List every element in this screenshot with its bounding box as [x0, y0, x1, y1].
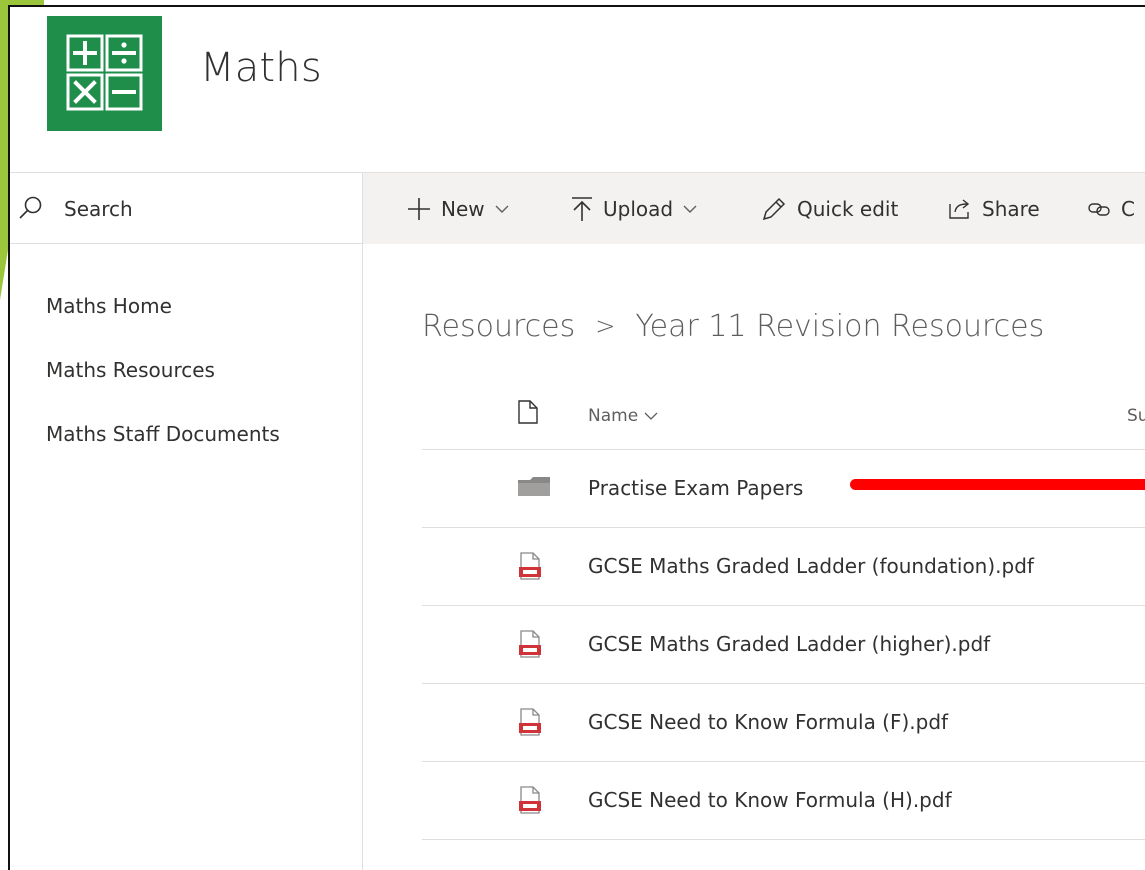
share-icon [949, 199, 970, 219]
list-row-file[interactable]: GCSE Need to Know Formula (H).pdf [422, 762, 1145, 840]
site-logo[interactable] [47, 16, 162, 131]
upload-label: Upload [603, 197, 674, 221]
pdf-file-icon [519, 786, 541, 814]
share-button[interactable]: Share [948, 173, 1040, 245]
column-header-second[interactable]: Su [1127, 406, 1145, 426]
link-icon [1088, 203, 1110, 216]
list-header: Name Su [422, 372, 1145, 450]
file-name[interactable]: GCSE Maths Graded Ladder (foundation).pd… [588, 554, 1034, 578]
new-button[interactable]: New [407, 173, 509, 245]
quick-edit-button[interactable]: Quick edit [761, 173, 898, 245]
command-bar: New Upload Quick edit Share C [363, 172, 1145, 244]
file-name[interactable]: GCSE Need to Know Formula (H).pdf [588, 788, 952, 812]
column-header-name[interactable]: Name [588, 406, 658, 426]
list-row-file[interactable]: GCSE Maths Graded Ladder (higher).pdf [422, 606, 1145, 684]
chevron-down-icon [644, 412, 658, 420]
calculator-icon [66, 34, 143, 111]
site-header: Maths [10, 7, 1145, 172]
presentation-slide: Maths Search Maths Home Maths Resources … [0, 0, 1145, 870]
search-label: Search [64, 197, 133, 221]
file-type-icon[interactable] [518, 400, 538, 424]
breadcrumb-parent[interactable]: Resources [422, 309, 575, 344]
new-label: New [441, 197, 485, 221]
breadcrumb: Resources > Year 11 Revision Resources [422, 309, 1044, 344]
list-row-file[interactable]: GCSE Need to Know Formula (F).pdf [422, 684, 1145, 762]
red-annotation-line [850, 479, 1145, 490]
search-box[interactable]: Search [10, 172, 363, 244]
nav-item-maths-home[interactable]: Maths Home [46, 294, 172, 318]
plus-icon [408, 198, 430, 220]
upload-button[interactable]: Upload [571, 173, 697, 245]
copy-link-label: C [1121, 197, 1135, 221]
folder-icon [518, 477, 550, 496]
breadcrumb-separator: > [595, 312, 616, 340]
file-name[interactable]: GCSE Need to Know Formula (F).pdf [588, 710, 948, 734]
chevron-down-icon [683, 205, 697, 213]
share-label: Share [982, 197, 1040, 221]
site-title[interactable]: Maths [200, 45, 322, 91]
pdf-file-icon [519, 630, 541, 658]
breadcrumb-current: Year 11 Revision Resources [635, 309, 1045, 344]
column-name-label: Name [588, 406, 639, 426]
pencil-icon [762, 197, 786, 221]
upload-icon [572, 197, 592, 221]
file-name[interactable]: GCSE Maths Graded Ladder (higher).pdf [588, 632, 990, 656]
nav-item-maths-staff-documents[interactable]: Maths Staff Documents [46, 422, 280, 446]
quick-edit-label: Quick edit [797, 197, 899, 221]
left-navigation: Search Maths Home Maths Resources Maths … [10, 172, 363, 870]
copy-link-button[interactable]: C [1087, 173, 1135, 245]
pdf-file-icon [519, 552, 541, 580]
list-row-file[interactable]: GCSE Maths Graded Ladder (foundation).pd… [422, 528, 1145, 606]
chevron-down-icon [495, 205, 509, 213]
nav-item-maths-resources[interactable]: Maths Resources [46, 358, 215, 382]
file-name[interactable]: Practise Exam Papers [588, 476, 803, 500]
pdf-file-icon [519, 708, 541, 736]
sharepoint-screenshot: Maths Search Maths Home Maths Resources … [8, 5, 1145, 870]
search-icon [19, 196, 42, 219]
